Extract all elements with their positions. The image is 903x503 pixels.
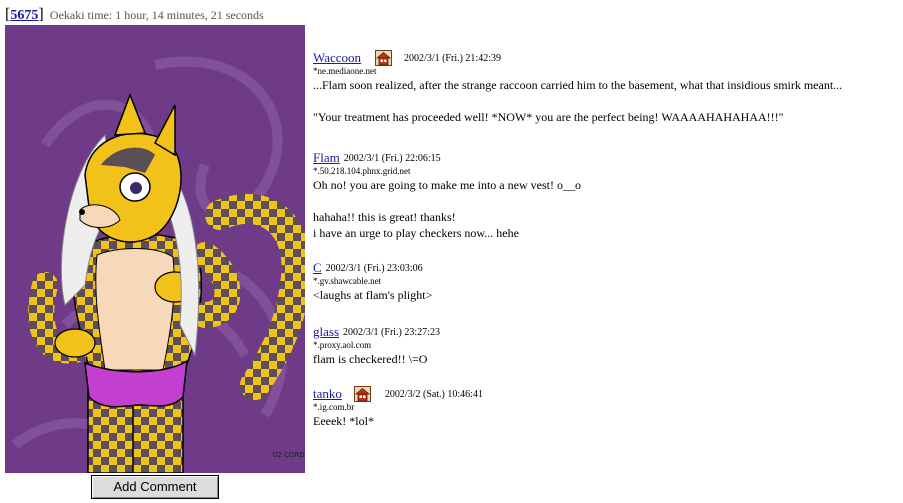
add-comment-button[interactable]: Add Comment [91, 475, 219, 499]
comment-host: *.50.218.104.phnx.grid.net [313, 166, 411, 176]
comment-date: 2002/3/2 (Sat.) 10:46:41 [384, 388, 483, 400]
comment-body: Eeeek! *lol* [313, 413, 483, 429]
comment-host: *.proxy.aol.com [313, 340, 372, 350]
comment-host: *.gv.shawcable.net [313, 276, 382, 286]
comment-line: hahaha!! this is great! thanks! [313, 210, 456, 224]
comment-header: Flam 2002/3/1 (Fri.) 22:06:15 [313, 150, 581, 166]
post-id-link[interactable]: 5675 [10, 8, 38, 23]
comment-line: Eeeek! *lol* [313, 414, 374, 428]
comment-item: Flam 2002/3/1 (Fri.) 22:06:15 *.50.218.1… [313, 150, 581, 241]
comment-date: 2002/3/1 (Fri.) 22:06:15 [343, 152, 441, 164]
comment-host: *.ig.com.br [313, 402, 355, 412]
bracket-close: ] [38, 6, 44, 23]
comment-line: Oh no! you are going to make me into a n… [313, 178, 581, 192]
comment-line: ...Flam soon realized, after the strange… [313, 78, 843, 92]
comment-header: C 2002/3/1 (Fri.) 23:03:06 [313, 260, 432, 276]
post-header: [5675] Oekaki time: 1 hour, 14 minutes, … [5, 6, 264, 25]
comment-body: flam is checkered!! \=O [313, 351, 440, 367]
oekaki-image: '02 CORDY [5, 25, 305, 473]
comment-item: C 2002/3/1 (Fri.) 23:03:06 *.gv.shawcabl… [313, 260, 432, 303]
home-icon[interactable] [353, 386, 371, 402]
comment-item: glass 2002/3/1 (Fri.) 23:27:23 *.proxy.a… [313, 324, 440, 367]
comment-date: 2002/3/1 (Fri.) 21:42:39 [404, 52, 501, 64]
comment-line: i have an urge to play checkers now... h… [313, 226, 519, 240]
comment-item: Waccoon 2002/3/1 (Fri.) 21:42:39 *ne.med… [313, 50, 842, 125]
comment-item: tanko 2002/3/2 (Sat.) 10:46:41 *.ig.com.… [313, 386, 483, 429]
home-icon[interactable] [375, 50, 393, 66]
comment-header: tanko 2002/3/2 (Sat.) 10:46:41 [313, 386, 483, 402]
comment-line-blank [313, 93, 842, 109]
comment-line: "Your treatment has proceeded well! *NOW… [313, 110, 784, 124]
comment-header: glass 2002/3/1 (Fri.) 23:27:23 [313, 324, 440, 340]
oekaki-time: Oekaki time: 1 hour, 14 minutes, 21 seco… [49, 8, 264, 22]
comment-header: Waccoon 2002/3/1 (Fri.) 21:42:39 [313, 50, 842, 66]
comment-line: flam is checkered!! \=O [313, 352, 428, 366]
comment-line-blank [313, 193, 581, 209]
comment-host: *ne.mediaone.net [313, 66, 377, 76]
comment-line: <laughs at flam's plight> [313, 288, 433, 302]
comment-body: <laughs at flam's plight> [313, 287, 432, 303]
image-signature: '02 CORDY [271, 451, 305, 459]
commenter-name-link[interactable]: tanko [313, 386, 342, 402]
comment-body: Oh no! you are going to make me into a n… [313, 177, 581, 241]
comment-date: 2002/3/1 (Fri.) 23:03:06 [325, 262, 423, 274]
comment-body: ...Flam soon realized, after the strange… [313, 77, 842, 125]
commenter-name-link[interactable]: Flam [313, 150, 340, 166]
comment-date: 2002/3/1 (Fri.) 23:27:23 [343, 326, 440, 338]
commenter-name-link[interactable]: glass [313, 324, 339, 340]
commenter-name-link[interactable]: Waccoon [313, 50, 361, 66]
commenter-name-link[interactable]: C [313, 260, 322, 276]
